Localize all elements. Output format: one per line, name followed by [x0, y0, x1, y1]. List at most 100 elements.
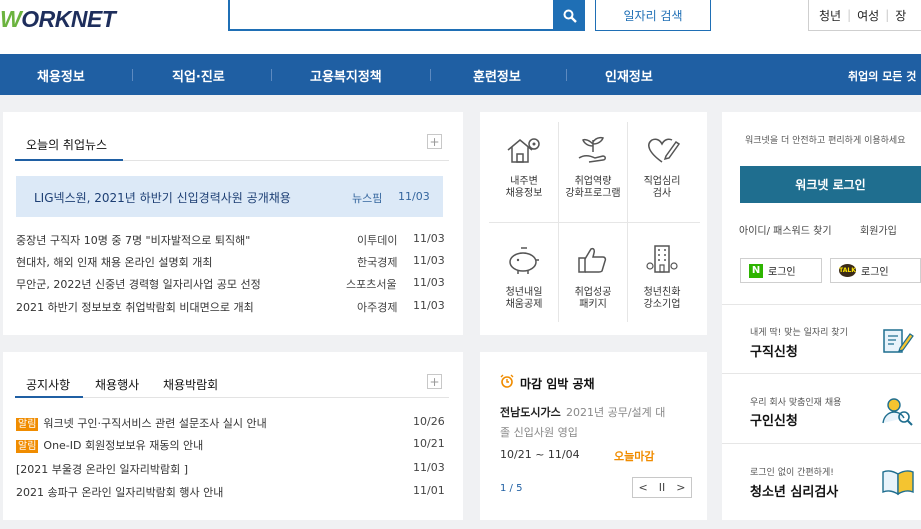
deadline-job-title[interactable]: 2021년 공무/설계 대	[566, 404, 665, 420]
side-link-job-seeking[interactable]: 구직신청	[750, 341, 798, 360]
kakao-login-button[interactable]: TALK 로그인	[830, 258, 921, 283]
divider	[83, 397, 449, 398]
deadline-job-title-cont[interactable]: 졸 신입사원 영입	[500, 424, 578, 440]
nav-item-welfare[interactable]: 고용복지정책	[310, 66, 382, 85]
notice-row-title: One-ID 회원정보보유 재동의 안내	[43, 439, 204, 452]
news-row-title[interactable]: 중장년 구직자 10명 중 7명 "비자발적으로 퇴직해"	[16, 232, 250, 248]
news-row-title[interactable]: 무안군, 2022년 신중년 경력형 일자리사업 공모 선정	[16, 276, 261, 292]
grid-item-youth-companies[interactable]	[642, 240, 682, 284]
featured-news-date: 11/03	[398, 190, 430, 203]
news-row-title[interactable]: 2021 하반기 정보보호 취업박람회 비대면으로 개최	[16, 299, 254, 315]
divider: |	[885, 8, 890, 22]
grid-label-psych-test: 직업심리 검사	[643, 176, 681, 199]
divider	[722, 304, 921, 305]
grid-item-psych-test[interactable]	[642, 130, 682, 174]
divider	[123, 160, 449, 161]
nav-divider	[566, 69, 567, 81]
kakao-icon: TALK	[839, 264, 856, 277]
notice-row-date: 11/01	[413, 484, 445, 497]
nav-item-jobs[interactable]: 채용정보	[37, 66, 85, 85]
building-icon	[646, 245, 678, 273]
news-row-date: 11/03	[413, 276, 445, 289]
search-button[interactable]	[555, 0, 585, 31]
deadline-company[interactable]: 전남도시가스	[500, 404, 561, 420]
deadline-page-indicator: 1 / 5	[500, 483, 523, 494]
tab-events[interactable]: 채용행사	[95, 376, 139, 393]
side-link-job-posting[interactable]: 구인신청	[750, 410, 798, 429]
naver-icon: N	[749, 263, 763, 278]
grid-item-youth-savings[interactable]	[504, 240, 544, 284]
grid-label-youth-savings: 청년내일 채움공제	[505, 287, 543, 310]
grid-item-job-skills[interactable]	[573, 130, 613, 174]
notice-row-title[interactable]: [2021 부울경 온라인 일자리박람회 ]	[16, 461, 188, 477]
nav-item-career[interactable]: 직업·진로	[172, 66, 225, 85]
featured-news-source: 뉴스핌	[352, 192, 383, 205]
naver-login-button[interactable]: N 로그인	[740, 258, 822, 283]
alarm-clock-icon	[500, 374, 514, 388]
news-row-date: 11/03	[413, 254, 445, 267]
search-field[interactable]	[230, 0, 553, 29]
worknet-logo[interactable]: WORKNET	[0, 6, 116, 33]
nav-item-training[interactable]: 훈련정보	[473, 66, 521, 85]
resume-pen-icon	[883, 329, 914, 353]
find-id-password-link[interactable]: 아이디/ 패스워드 찾기	[739, 222, 832, 237]
quick-link-disabled[interactable]: 장	[895, 7, 906, 24]
job-search-button[interactable]: 일자리 검색	[595, 0, 711, 31]
divider	[722, 443, 921, 444]
join-link[interactable]: 회원가입	[860, 222, 897, 237]
logo-text: ORKNET	[21, 6, 116, 32]
next-button[interactable]: >	[676, 481, 685, 494]
divider	[722, 373, 921, 374]
notice-row[interactable]: 알림 One-ID 회원정보보유 재동의 안내	[16, 437, 203, 453]
heart-pen-icon	[648, 138, 681, 163]
quick-link-youth[interactable]: 청년	[819, 7, 841, 24]
search-icon	[563, 9, 577, 23]
search-input[interactable]	[228, 0, 555, 31]
worknet-login-button[interactable]: 워크넷 로그인	[740, 166, 921, 203]
grid-label-youth-companies: 청년친화 강소기업	[643, 287, 681, 310]
notice-row-title: 워크넷 구인·구직서비스 관련 설문조사 실시 안내	[43, 417, 267, 430]
house-map-icon	[507, 138, 540, 163]
side-link-caption: 내게 딱! 맞는 일자리 찾기	[750, 328, 848, 338]
nav-divider	[430, 69, 431, 81]
nav-all-about-jobs[interactable]: 취업의 모든 것	[848, 68, 916, 84]
grid-item-success-package[interactable]	[573, 240, 613, 284]
notice-badge: 알림	[16, 440, 39, 453]
nav-item-talent[interactable]: 인재정보	[605, 66, 653, 85]
quick-link-women[interactable]: 여성	[857, 7, 879, 24]
pause-button[interactable]: II	[659, 481, 666, 494]
deadline-today-badge: 오늘마감	[614, 450, 655, 463]
kakao-login-label: 로그인	[861, 267, 889, 278]
side-link-caption: 우리 회사 맞춤인재 채용	[750, 398, 842, 408]
side-link-youth-psych-test[interactable]: 청소년 심리검사	[750, 481, 838, 500]
deadline-carousel-controls: < II >	[632, 477, 692, 498]
notice-row-title[interactable]: 2021 송파구 온라인 일자리박람회 행사 안내	[16, 484, 223, 500]
open-book-icon	[882, 470, 914, 496]
login-intro-text: 워크넷을 더 안전하고 편리하게 이용하세요	[745, 136, 906, 146]
featured-news-title[interactable]: LIG넥스원, 2021년 하반기 신입경력사원 공개채용	[34, 189, 291, 206]
grid-label-success-package: 취업성공 패키지	[574, 287, 612, 310]
nav-divider	[132, 69, 133, 81]
prev-button[interactable]: <	[639, 481, 648, 494]
deadline-title: 마감 임박 공채	[520, 377, 595, 391]
quick-links: 청년 | 여성 | 장	[808, 0, 921, 31]
notice-row-date: 10/21	[413, 437, 445, 450]
side-link-caption: 로그인 없이 간편하게!	[750, 468, 834, 478]
grid-label-nearby-jobs: 내주변 채용정보	[505, 176, 543, 199]
notice-row[interactable]: 알림 워크넷 구인·구직서비스 관련 설문조사 실시 안내	[16, 415, 267, 431]
news-row-title[interactable]: 현대차, 해외 인재 채용 온라인 설명회 개최	[16, 254, 213, 270]
news-title[interactable]: 오늘의 취업뉴스	[26, 136, 107, 153]
news-more-button[interactable]: +	[427, 134, 442, 149]
tab-job-fairs[interactable]: 채용박람회	[163, 376, 218, 393]
news-tab-underline	[15, 159, 123, 161]
tab-notices[interactable]: 공지사항	[26, 376, 70, 393]
notice-more-button[interactable]: +	[427, 374, 442, 389]
news-row-source: 한국경제	[357, 256, 398, 269]
notice-tab-underline	[15, 396, 83, 398]
grid-divider	[489, 222, 700, 223]
grid-item-nearby-jobs[interactable]	[504, 130, 544, 174]
sprout-hand-icon	[578, 136, 606, 163]
news-row-source: 이투데이	[357, 234, 398, 247]
notice-badge: 알림	[16, 418, 39, 431]
main-nav: 채용정보 직업·진로 고용복지정책 훈련정보 인재정보 취업의 모든 것	[0, 54, 921, 95]
